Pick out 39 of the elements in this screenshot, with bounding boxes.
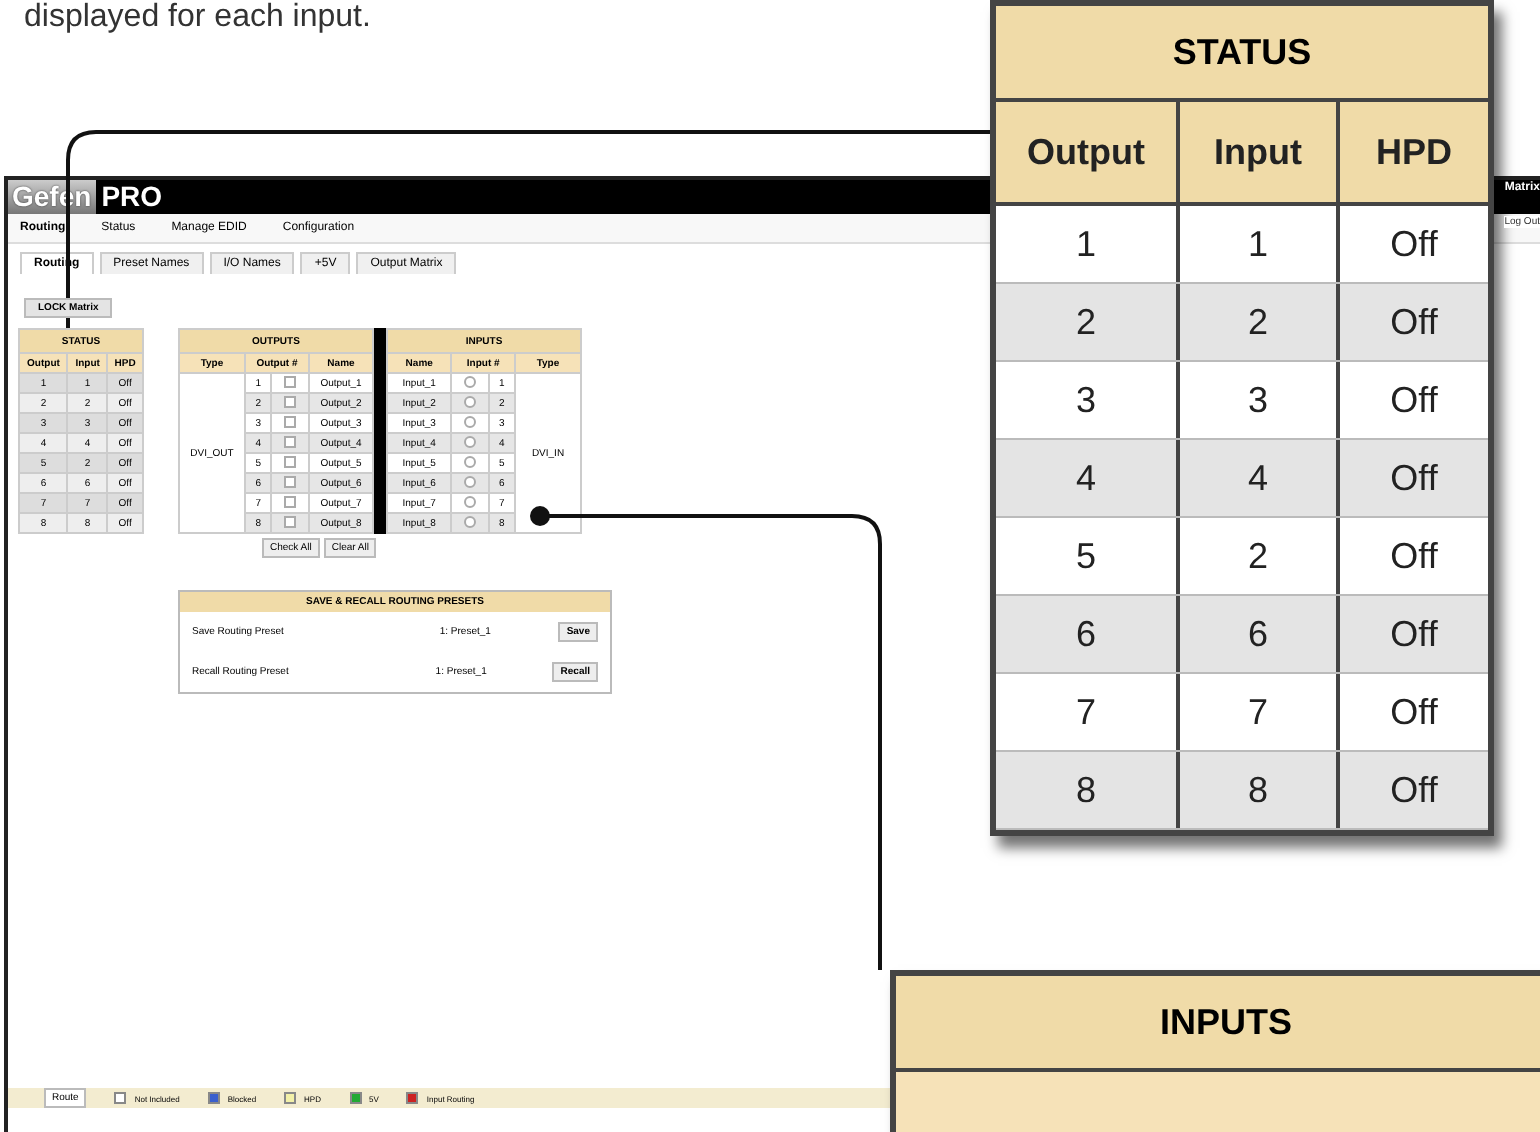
table-cell-text: Off [1388, 767, 1440, 813]
table-cell-text: Off [1388, 377, 1440, 423]
radio-button[interactable] [464, 455, 477, 467]
radio-button[interactable] [464, 515, 477, 527]
checkbox[interactable] [284, 415, 297, 427]
checkbox[interactable] [284, 475, 297, 487]
table-cell-text: Off [1388, 455, 1440, 501]
table-cell-text: Off [1388, 611, 1440, 657]
table-cell-text: Off [1388, 221, 1440, 267]
checkbox[interactable] [284, 455, 297, 467]
table-cell: 8 [996, 752, 1180, 828]
radio-button[interactable] [464, 495, 477, 507]
table-cell-text: Off [1388, 299, 1440, 345]
caption-text: displayed for each input. [24, 0, 371, 34]
table-cell-text: Off [1388, 689, 1440, 735]
checkbox[interactable] [284, 395, 297, 407]
table-cell: 4 [1180, 440, 1340, 516]
radio-button[interactable] [464, 415, 477, 427]
radio-button[interactable] [464, 395, 477, 407]
table-cell: 2 [996, 284, 1180, 360]
table-cell: 4 [996, 440, 1180, 516]
checkbox[interactable] [284, 435, 297, 447]
table-cell-text: Off [1388, 533, 1440, 579]
table-cell: 2 [1180, 284, 1340, 360]
checkbox[interactable] [284, 495, 297, 507]
callout-title: STATUS [996, 6, 1488, 102]
column-header: Output [996, 102, 1180, 202]
column-header: Input [1180, 102, 1340, 202]
table-cell: 8 [1180, 752, 1340, 828]
table-cell: 6 [996, 596, 1180, 672]
radio-button[interactable] [464, 375, 477, 387]
checkbox[interactable] [284, 375, 297, 387]
callout-title: INPUTS [896, 976, 1540, 1072]
radio-button[interactable] [464, 435, 477, 447]
column-header: HPD [1373, 129, 1454, 175]
checkbox[interactable] [284, 515, 297, 527]
leader-dot [530, 506, 550, 526]
radio-button[interactable] [464, 475, 477, 487]
table-cell: 6 [1180, 596, 1340, 672]
